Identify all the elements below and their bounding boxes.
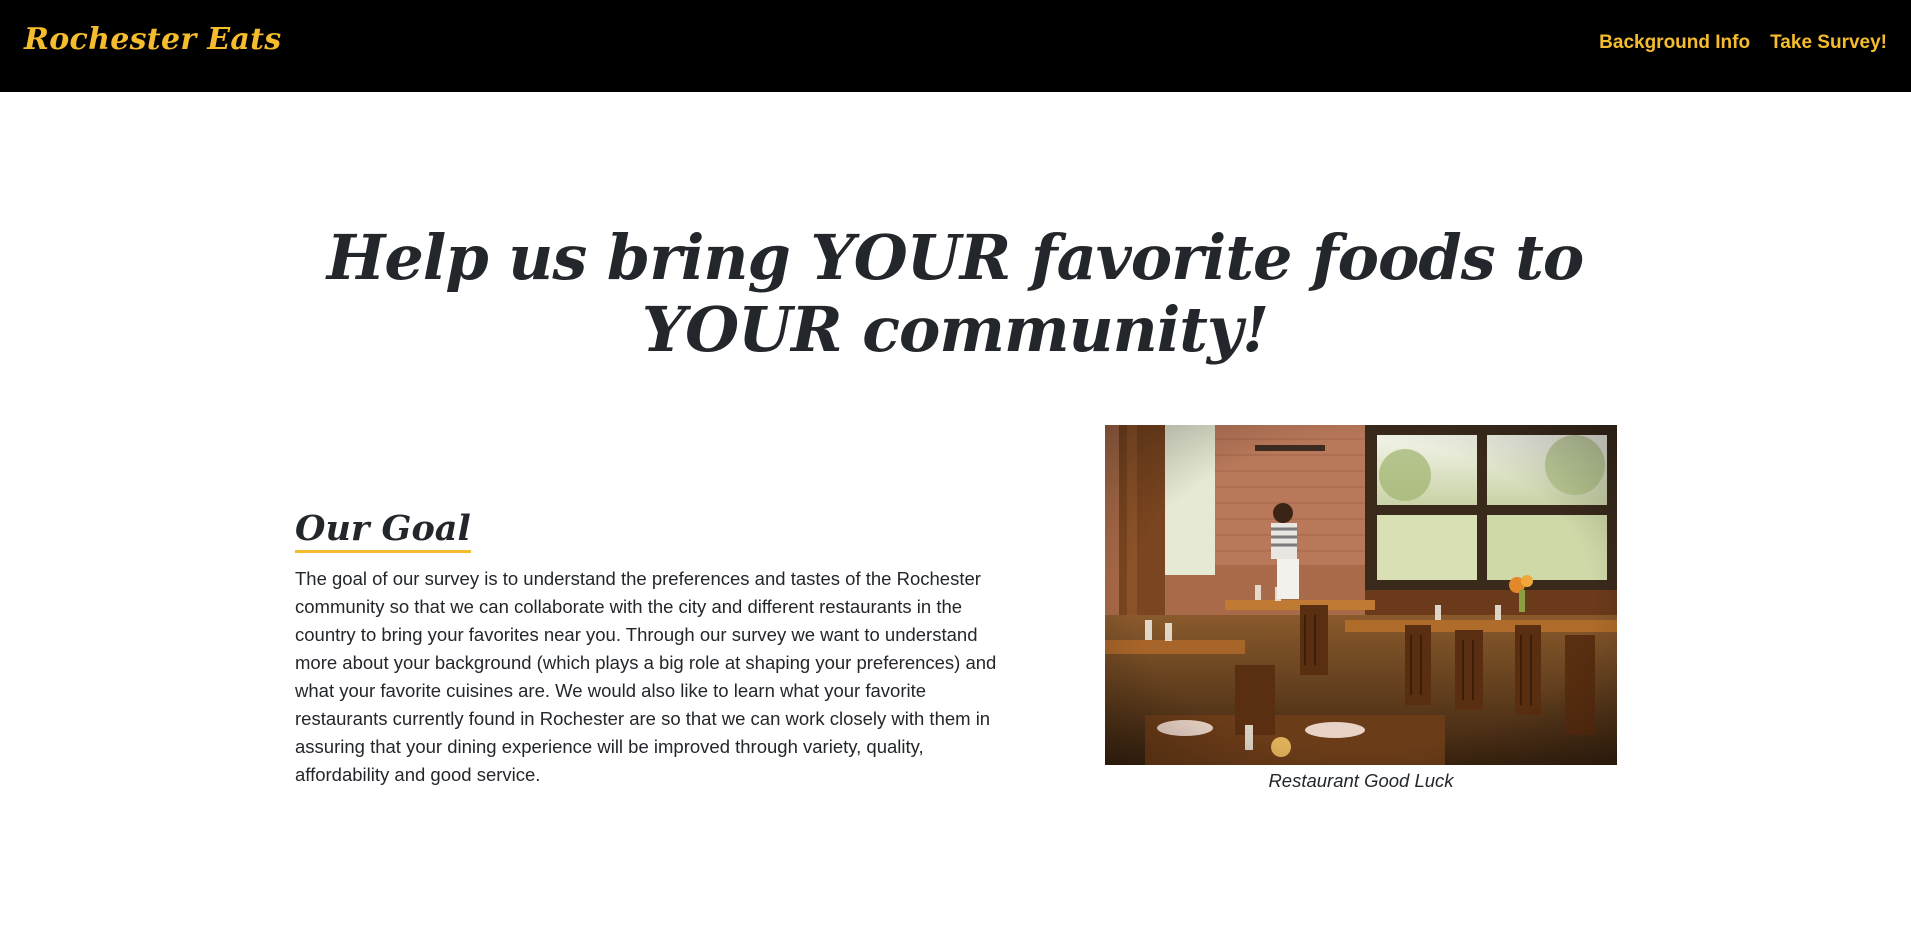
goal-heading: Our Goal (295, 508, 471, 553)
hero-title: Help us bring YOUR favorite foods to YOU… (326, 221, 1584, 366)
figure-caption: Restaurant Good Luck (1268, 770, 1454, 791)
nav-link-background-info[interactable]: Background Info (1599, 32, 1750, 54)
goal-section: Our Goal The goal of our survey is to un… (295, 508, 1005, 789)
restaurant-interior-photo (1105, 425, 1617, 765)
nav-link-take-survey[interactable]: Take Survey! (1770, 32, 1887, 54)
top-navbar: Rochester Eats Background Info Take Surv… (0, 0, 1911, 92)
restaurant-figure: Restaurant Good Luck (1105, 425, 1617, 795)
brand-logo-link[interactable]: Rochester Eats (24, 22, 281, 57)
nav-links: Background Info Take Survey! (1599, 32, 1887, 54)
goal-paragraph: The goal of our survey is to understand … (295, 568, 997, 785)
